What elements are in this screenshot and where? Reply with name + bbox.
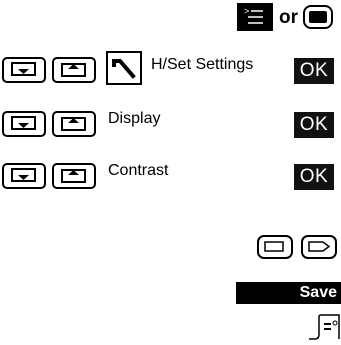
ok-button-contrast[interactable]: OK xyxy=(294,164,334,190)
settings-icon-box xyxy=(106,51,142,85)
or-text: or xyxy=(279,7,298,28)
end-call-key-icon xyxy=(309,11,327,23)
ok-button-hset-settings[interactable]: OK xyxy=(294,58,334,84)
scroll-up-icon xyxy=(61,63,86,77)
ok-button-display[interactable]: OK xyxy=(294,112,334,138)
nav-down-key[interactable] xyxy=(2,57,46,83)
scroll-down-icon xyxy=(11,168,36,182)
right-softkey[interactable] xyxy=(301,235,337,259)
nav-keys-row-2 xyxy=(2,111,98,137)
wrench-icon xyxy=(112,59,136,79)
row-label-display: Display xyxy=(108,110,161,127)
nav-up-key[interactable] xyxy=(52,163,96,189)
nav-up-key[interactable] xyxy=(52,57,96,83)
left-softkey-icon xyxy=(264,241,284,252)
svg-text:>: > xyxy=(244,6,249,16)
menu-key-icon: > xyxy=(244,6,263,24)
row-label-contrast: Contrast xyxy=(108,162,169,179)
nav-up-key[interactable] xyxy=(52,111,96,137)
row-label-hset-settings: H/Set Settings xyxy=(151,56,254,73)
scroll-down-icon xyxy=(11,116,36,130)
save-softkey-label[interactable]: Save xyxy=(236,282,341,304)
menu-key[interactable]: > xyxy=(237,3,273,31)
left-softkey[interactable] xyxy=(257,235,293,259)
end-call-key[interactable] xyxy=(303,5,333,29)
scroll-up-icon xyxy=(61,169,86,183)
nav-keys-row-1 xyxy=(2,57,98,83)
nav-keys-row-3 xyxy=(2,163,98,189)
display-end-icon xyxy=(308,314,341,340)
scroll-up-icon xyxy=(61,117,86,131)
scroll-down-icon xyxy=(11,62,36,76)
right-softkey-icon xyxy=(308,241,331,252)
nav-down-key[interactable] xyxy=(2,111,46,137)
nav-down-key[interactable] xyxy=(2,163,46,189)
